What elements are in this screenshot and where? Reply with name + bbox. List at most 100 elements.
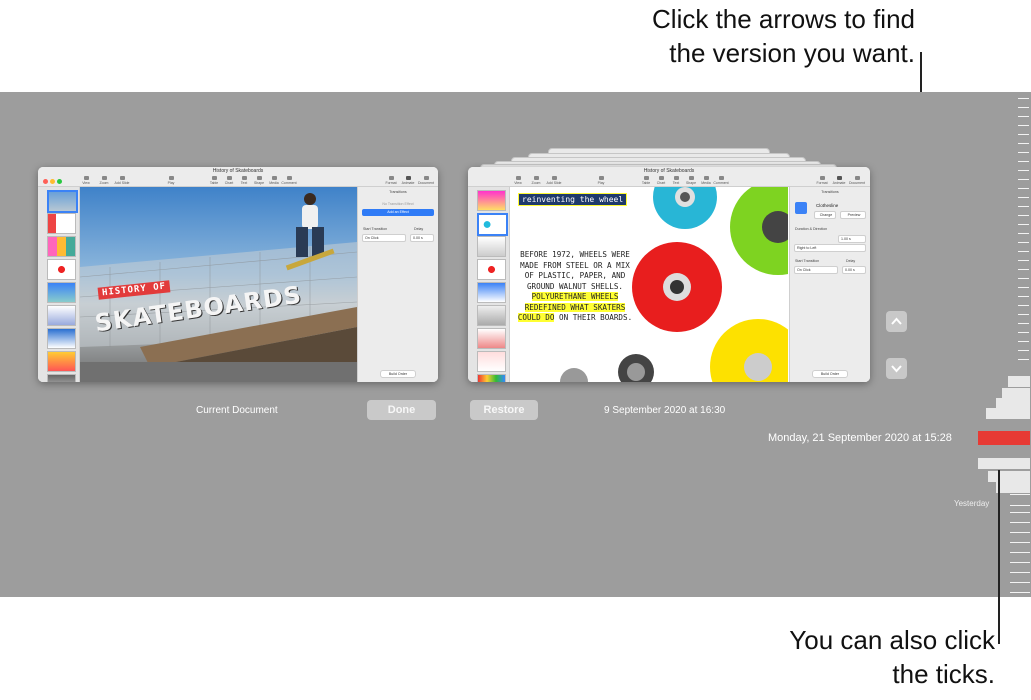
timeline-tick[interactable] — [1018, 98, 1029, 99]
timeline-tick[interactable] — [1018, 224, 1029, 225]
slide-thumbnail[interactable] — [47, 328, 76, 349]
slide-thumbnail[interactable] — [477, 259, 506, 280]
timeline-tick[interactable] — [1018, 134, 1029, 135]
timeline-tick[interactable] — [1018, 314, 1029, 315]
timeline-tick[interactable] — [1018, 341, 1029, 342]
timeline-tick[interactable] — [1018, 350, 1029, 351]
current-document-window[interactable]: History of Skateboards View Zoom Add Sli… — [38, 167, 438, 382]
timeline-tick[interactable] — [1018, 305, 1029, 306]
slide-thumbnail[interactable] — [477, 351, 506, 372]
zoom-icon[interactable] — [57, 179, 62, 184]
toolbar-document[interactable]: Document — [849, 176, 865, 185]
toolbar-zoom[interactable]: Zoom — [96, 176, 112, 185]
timeline-tick[interactable] — [1018, 125, 1029, 126]
toolbar-media[interactable]: Media — [698, 176, 714, 185]
toolbar-shape[interactable]: Shape — [251, 176, 267, 185]
slide-canvas[interactable]: reinventing the wheel BEFORE 1972, WHEEL… — [510, 187, 788, 382]
start-transition-select[interactable]: On Click — [794, 266, 838, 274]
toolbar-animate[interactable]: Animate — [831, 176, 847, 185]
preview-button[interactable]: Preview — [840, 211, 866, 219]
timeline-tick[interactable] — [986, 408, 1030, 419]
build-order-button[interactable]: Build Order — [812, 370, 848, 378]
timeline-tick[interactable] — [1018, 152, 1029, 153]
older-version-button[interactable] — [886, 358, 907, 379]
toolbar-play[interactable]: Play — [593, 176, 609, 185]
close-icon[interactable] — [43, 179, 48, 184]
timeline-tick-selected[interactable] — [978, 431, 1030, 445]
timeline-tick[interactable] — [1010, 522, 1030, 523]
duration-stepper[interactable]: 1.00 s — [838, 235, 866, 243]
change-button[interactable]: Change — [814, 211, 836, 219]
timeline-tick[interactable] — [1008, 376, 1030, 387]
timeline-tick[interactable] — [1018, 116, 1029, 117]
toolbar-view[interactable]: View — [78, 176, 94, 185]
slide-thumbnail[interactable] — [477, 305, 506, 326]
version-window[interactable]: History of Skateboards View Zoom Add Sli… — [468, 167, 870, 382]
toolbar-zoom[interactable]: Zoom — [528, 176, 544, 185]
timeline-tick[interactable] — [1018, 161, 1029, 162]
timeline-tick[interactable] — [1018, 287, 1029, 288]
minimize-icon[interactable] — [50, 179, 55, 184]
slide-thumbnail[interactable] — [477, 213, 508, 236]
toolbar-text[interactable]: Text — [668, 176, 684, 185]
toolbar-shape[interactable]: Shape — [683, 176, 699, 185]
timeline-tick[interactable] — [1010, 592, 1030, 593]
timeline-tick[interactable] — [1018, 107, 1029, 108]
timeline-tick[interactable] — [1018, 197, 1029, 198]
toolbar-play[interactable]: Play — [163, 176, 179, 185]
timeline-tick[interactable] — [1018, 206, 1029, 207]
timeline-tick[interactable] — [1018, 359, 1029, 360]
timeline-tick[interactable] — [996, 482, 1030, 493]
toolbar-table[interactable]: Table — [206, 176, 222, 185]
timeline-tick[interactable] — [1018, 323, 1029, 324]
delay-stepper[interactable]: 0.00 s — [842, 266, 866, 274]
newer-version-button[interactable] — [886, 311, 907, 332]
slide-thumbnail[interactable] — [477, 190, 506, 211]
toolbar-view[interactable]: View — [510, 176, 526, 185]
timeline-tick[interactable] — [1018, 269, 1029, 270]
toolbar-media[interactable]: Media — [266, 176, 282, 185]
build-order-button[interactable]: Build Order — [380, 370, 416, 378]
slide-thumbnail[interactable] — [47, 282, 76, 303]
timeline-tick[interactable] — [1018, 296, 1029, 297]
restore-button[interactable]: Restore — [470, 400, 538, 420]
toolbar-comment[interactable]: Comment — [713, 176, 729, 185]
toolbar-comment[interactable]: Comment — [281, 176, 297, 185]
timeline-tick[interactable] — [1018, 179, 1029, 180]
timeline-tick[interactable] — [1018, 332, 1029, 333]
timeline-tick[interactable] — [1018, 278, 1029, 279]
timeline-tick[interactable] — [1018, 233, 1029, 234]
timeline-tick[interactable] — [1010, 505, 1030, 506]
timeline-tick[interactable] — [1010, 572, 1030, 573]
slide-thumbnail[interactable] — [47, 351, 76, 372]
slide-thumbnail[interactable] — [477, 328, 506, 349]
timeline-tick[interactable] — [1010, 542, 1030, 543]
timeline-tick[interactable] — [1010, 582, 1030, 583]
timeline-tick[interactable] — [1010, 494, 1030, 495]
delay-stepper[interactable]: 0.00 s — [410, 234, 434, 242]
slide-thumbnail[interactable] — [477, 236, 506, 257]
timeline-tick[interactable] — [1010, 562, 1030, 563]
timeline-tick[interactable] — [1018, 251, 1029, 252]
add-effect-button[interactable]: Add an Effect — [362, 209, 434, 216]
timeline-tick[interactable] — [988, 471, 1030, 482]
timeline-tick[interactable] — [1018, 215, 1029, 216]
timeline-tick[interactable] — [978, 458, 1030, 469]
slide-thumbnail[interactable] — [47, 236, 76, 257]
toolbar-chart[interactable]: Chart — [653, 176, 669, 185]
done-button[interactable]: Done — [367, 400, 436, 420]
toolbar-table[interactable]: Table — [638, 176, 654, 185]
toolbar-document[interactable]: Document — [418, 176, 434, 185]
toolbar-add-slide[interactable]: Add Slide — [546, 176, 562, 185]
slide-thumbnail[interactable] — [47, 259, 76, 280]
slide-thumbnail[interactable] — [47, 213, 76, 234]
slide-thumbnail[interactable] — [47, 190, 78, 213]
toolbar-text[interactable]: Text — [236, 176, 252, 185]
timeline-tick[interactable] — [1010, 532, 1030, 533]
slide-thumbnail[interactable] — [47, 305, 76, 326]
slide-thumbnail[interactable] — [477, 374, 506, 382]
toolbar-animate[interactable]: Animate — [400, 176, 416, 185]
toolbar-format[interactable]: Format — [814, 176, 830, 185]
timeline-tick[interactable] — [1018, 242, 1029, 243]
direction-select[interactable]: Right to Left — [794, 244, 866, 252]
